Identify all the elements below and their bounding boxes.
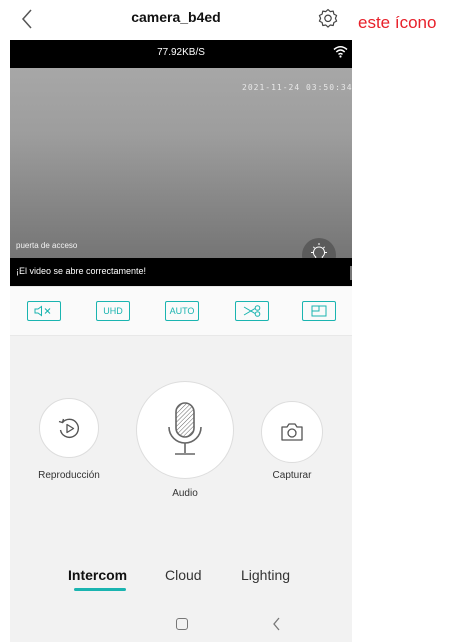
gear-icon [318, 8, 338, 28]
video-timestamp: 2021-11-24 03:50:34 [242, 83, 352, 92]
screen-layout-button[interactable] [302, 301, 336, 321]
capture-label: Capturar [272, 470, 312, 481]
tab-cloud[interactable]: Cloud [165, 567, 202, 583]
mute-button[interactable] [27, 301, 61, 321]
page-title: camera_b4ed [131, 9, 221, 25]
tab-lighting[interactable]: Lighting [241, 567, 290, 583]
video-status-bar: ¡El video se abre correctamente! [10, 258, 352, 286]
uhd-quality-button[interactable]: UHD [96, 301, 130, 321]
microphone-icon [168, 402, 202, 455]
playback-button[interactable] [39, 398, 99, 458]
bulb-settings-icon [311, 243, 327, 258]
screen-switch-icon [311, 305, 327, 317]
tab-intercom[interactable]: Intercom [68, 567, 127, 583]
scissors-icon [243, 305, 261, 317]
wifi-icon [333, 46, 348, 58]
audio-intercom-button[interactable] [136, 381, 234, 479]
capture-button[interactable] [261, 401, 323, 463]
light-settings-button[interactable] [302, 238, 336, 258]
video-feed[interactable]: 2021-11-24 03:50:34 puerta de acceso [10, 68, 352, 258]
nav-back-icon [273, 617, 280, 631]
playback-label: Reproducción [38, 470, 100, 481]
replay-icon [58, 418, 80, 439]
camera-icon [281, 423, 303, 441]
video-status-text: ¡El video se abre correctamente! [16, 266, 147, 276]
auto-mode-button[interactable]: AUTO [165, 301, 199, 321]
stream-speed: 77.92KB/S [157, 47, 205, 58]
audio-label: Audio [172, 488, 198, 499]
speaker-muted-icon [34, 305, 51, 317]
active-tab-indicator [74, 588, 126, 591]
home-nav-button[interactable] [176, 618, 188, 630]
video-top-bar: 77.92KB/S [10, 40, 352, 68]
video-toolbar: UHD AUTO [10, 286, 352, 336]
annotation-text: este ícono [358, 13, 437, 32]
camera-name-overlay: puerta de acceso [16, 241, 78, 250]
status-scroll-indicator [350, 266, 352, 280]
back-nav-button[interactable] [271, 615, 283, 633]
settings-button[interactable] [316, 7, 340, 31]
scissors-button[interactable] [235, 301, 269, 321]
